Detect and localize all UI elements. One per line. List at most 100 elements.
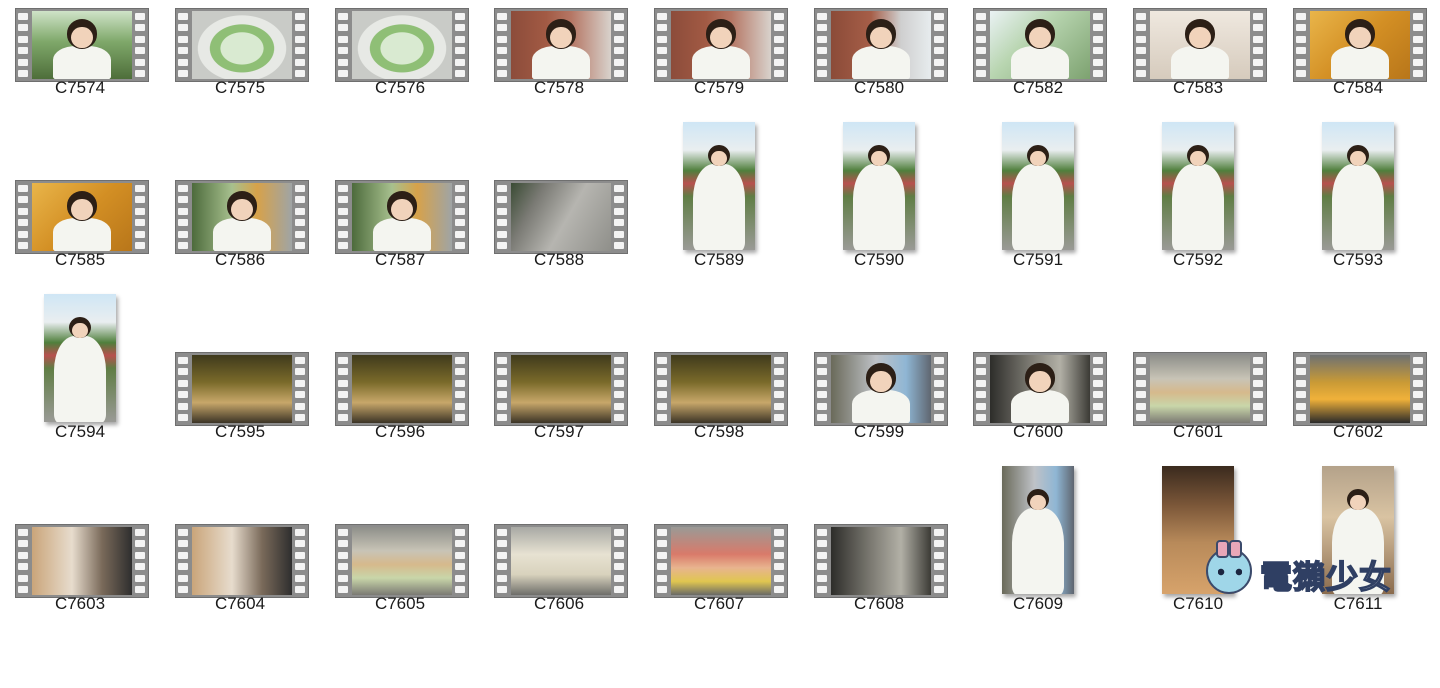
- video-thumbnail[interactable]: [1133, 352, 1267, 426]
- video-thumbnail[interactable]: [654, 352, 788, 426]
- video-frame: [511, 11, 611, 79]
- video-frame: [32, 183, 132, 251]
- file-tile-c7609[interactable]: C7609: [958, 466, 1118, 688]
- file-tile-c7590[interactable]: C7590: [799, 122, 959, 344]
- file-name-label: C7603: [54, 594, 106, 613]
- file-tile-c7598[interactable]: C7598: [639, 344, 799, 516]
- video-thumbnail[interactable]: [973, 8, 1107, 82]
- video-thumbnail[interactable]: [335, 352, 469, 426]
- video-thumbnail[interactable]: [15, 8, 149, 82]
- video-thumbnail[interactable]: [973, 352, 1107, 426]
- film-strip-icon: [934, 13, 945, 77]
- video-thumbnail[interactable]: [814, 8, 948, 82]
- file-name-label: C7588: [533, 250, 585, 269]
- photo-thumbnail[interactable]: [683, 122, 755, 250]
- video-frame: [352, 355, 452, 423]
- film-strip-icon: [497, 185, 508, 249]
- video-thumbnail[interactable]: [494, 524, 628, 598]
- video-thumbnail[interactable]: [494, 8, 628, 82]
- video-frame: [671, 527, 771, 595]
- video-thumbnail[interactable]: [494, 352, 628, 426]
- film-strip-icon: [614, 529, 625, 593]
- video-thumbnail[interactable]: [335, 180, 469, 254]
- video-thumbnail[interactable]: [335, 8, 469, 82]
- film-strip-icon: [497, 357, 508, 421]
- video-frame: [511, 183, 611, 251]
- film-strip-icon: [1296, 357, 1307, 421]
- film-strip-icon: [657, 13, 668, 77]
- photo-thumbnail[interactable]: [44, 294, 116, 422]
- photo-thumbnail[interactable]: [1002, 122, 1074, 250]
- file-tile-c7594[interactable]: C7594: [0, 294, 160, 516]
- file-name-label: C7593: [1332, 250, 1384, 269]
- file-tile-c7596[interactable]: C7596: [320, 344, 480, 516]
- file-name-label: C7590: [853, 250, 905, 269]
- file-tile-c7607[interactable]: C7607: [639, 516, 799, 688]
- file-tile-c7586[interactable]: C7586: [160, 172, 320, 344]
- film-strip-icon: [817, 13, 828, 77]
- film-strip-icon: [135, 13, 146, 77]
- file-name-label: C7609: [1012, 594, 1064, 613]
- file-tile-c7588[interactable]: C7588: [479, 172, 639, 344]
- file-name-label: C7584: [1332, 78, 1384, 97]
- video-thumbnail[interactable]: [15, 524, 149, 598]
- video-thumbnail[interactable]: [175, 180, 309, 254]
- file-tile-c7608[interactable]: C7608: [799, 516, 959, 688]
- photo-thumbnail[interactable]: [1002, 466, 1074, 594]
- file-tile-c7578[interactable]: C7578: [479, 0, 639, 172]
- film-strip-icon: [774, 357, 785, 421]
- video-thumbnail[interactable]: [175, 352, 309, 426]
- file-tile-c7595[interactable]: C7595: [160, 344, 320, 516]
- film-strip-icon: [178, 13, 189, 77]
- person-figure: [843, 122, 915, 250]
- file-tile-c7576[interactable]: C7576: [320, 0, 480, 172]
- video-thumbnail[interactable]: [175, 8, 309, 82]
- file-name-label: C7574: [54, 78, 106, 97]
- file-tile-c7606[interactable]: C7606: [479, 516, 639, 688]
- video-thumbnail[interactable]: [494, 180, 628, 254]
- file-name-label: C7602: [1332, 422, 1384, 441]
- person-figure: [831, 355, 931, 423]
- file-tile-c7589[interactable]: C7589: [639, 122, 799, 344]
- video-thumbnail[interactable]: [654, 524, 788, 598]
- file-tile-c7591[interactable]: C7591: [958, 122, 1118, 344]
- video-thumbnail[interactable]: [335, 524, 469, 598]
- film-strip-icon: [178, 357, 189, 421]
- file-name-label: C7597: [533, 422, 585, 441]
- video-thumbnail[interactable]: [1133, 8, 1267, 82]
- file-tile-c7599[interactable]: C7599: [799, 344, 959, 516]
- person-figure: [32, 11, 132, 79]
- video-thumbnail[interactable]: [15, 180, 149, 254]
- file-name-label: C7594: [54, 422, 106, 441]
- file-tile-c7597[interactable]: C7597: [479, 344, 639, 516]
- video-thumbnail[interactable]: [814, 524, 948, 598]
- file-tile-c7592[interactable]: C7592: [1118, 122, 1278, 344]
- film-strip-icon: [18, 13, 29, 77]
- photo-thumbnail[interactable]: [843, 122, 915, 250]
- video-frame: [511, 527, 611, 595]
- video-frame: [671, 355, 771, 423]
- file-name-label: C7605: [374, 594, 426, 613]
- film-strip-icon: [455, 185, 466, 249]
- video-thumbnail[interactable]: [175, 524, 309, 598]
- film-strip-icon: [295, 185, 306, 249]
- video-thumbnail[interactable]: [814, 352, 948, 426]
- film-strip-icon: [1413, 357, 1424, 421]
- photo-thumbnail[interactable]: [1322, 122, 1394, 250]
- file-tile-c7574[interactable]: C7574: [0, 0, 160, 172]
- photo-thumbnail[interactable]: [1162, 122, 1234, 250]
- file-tile-c7593[interactable]: C7593: [1278, 122, 1438, 344]
- film-strip-icon: [657, 529, 668, 593]
- file-tile-c7587[interactable]: C7587: [320, 172, 480, 344]
- file-tile-c7605[interactable]: C7605: [320, 516, 480, 688]
- file-tile-c7575[interactable]: C7575: [160, 0, 320, 172]
- file-tile-c7604[interactable]: C7604: [160, 516, 320, 688]
- video-frame: [192, 527, 292, 595]
- film-strip-icon: [774, 529, 785, 593]
- file-name-label: C7595: [214, 422, 266, 441]
- person-figure: [1150, 11, 1250, 79]
- video-thumbnail[interactable]: [1293, 352, 1427, 426]
- video-thumbnail[interactable]: [1293, 8, 1427, 82]
- file-tile-c7603[interactable]: C7603: [0, 516, 160, 688]
- video-thumbnail[interactable]: [654, 8, 788, 82]
